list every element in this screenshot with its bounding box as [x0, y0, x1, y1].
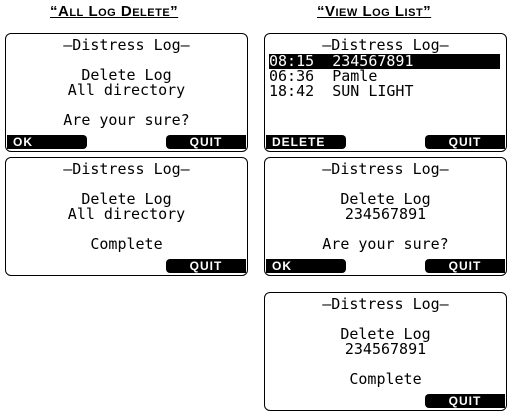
screen-header: –Distress Log– [322, 160, 449, 178]
target-label: All directory [67, 81, 186, 99]
quit-softkey[interactable]: QUIT [425, 259, 505, 273]
view-log-list-title: “View Log List” [317, 3, 432, 20]
delete-softkey[interactable]: DELETE [266, 135, 346, 149]
single-delete-confirm-screen: –Distress Log– Delete Log 234567891 Are … [264, 157, 507, 276]
ok-softkey[interactable]: OK [266, 259, 346, 273]
all-log-delete-title: “All Log Delete” [50, 3, 179, 20]
log-list-screen: –Distress Log– 08:15 234567891 06:36 Pam… [264, 33, 507, 152]
single-delete-complete-screen: –Distress Log– Delete Log 234567891 Comp… [264, 292, 507, 411]
screen-header: –Distress Log– [322, 36, 449, 54]
all-delete-complete-screen: –Distress Log– Delete Log All directory … [5, 157, 248, 276]
target-label: All directory [67, 205, 186, 223]
screen-header: –Distress Log– [322, 295, 449, 313]
target-label: 234567891 [344, 340, 427, 358]
confirm-prompt: Are your sure? [322, 235, 449, 253]
complete-status: Complete [90, 235, 163, 253]
log-row[interactable]: 18:42 SUN LIGHT [269, 84, 500, 99]
screen-header: –Distress Log– [63, 160, 190, 178]
all-delete-confirm-screen: –Distress Log– Delete Log All directory … [5, 33, 248, 152]
target-label: 234567891 [344, 205, 427, 223]
quit-softkey[interactable]: QUIT [166, 259, 246, 273]
ok-softkey[interactable]: OK [7, 135, 87, 149]
screen-header: –Distress Log– [63, 36, 190, 54]
quit-softkey[interactable]: QUIT [425, 135, 505, 149]
quit-softkey[interactable]: QUIT [425, 394, 505, 408]
complete-status: Complete [349, 370, 422, 388]
confirm-prompt: Are your sure? [63, 111, 190, 129]
quit-softkey[interactable]: QUIT [166, 135, 246, 149]
